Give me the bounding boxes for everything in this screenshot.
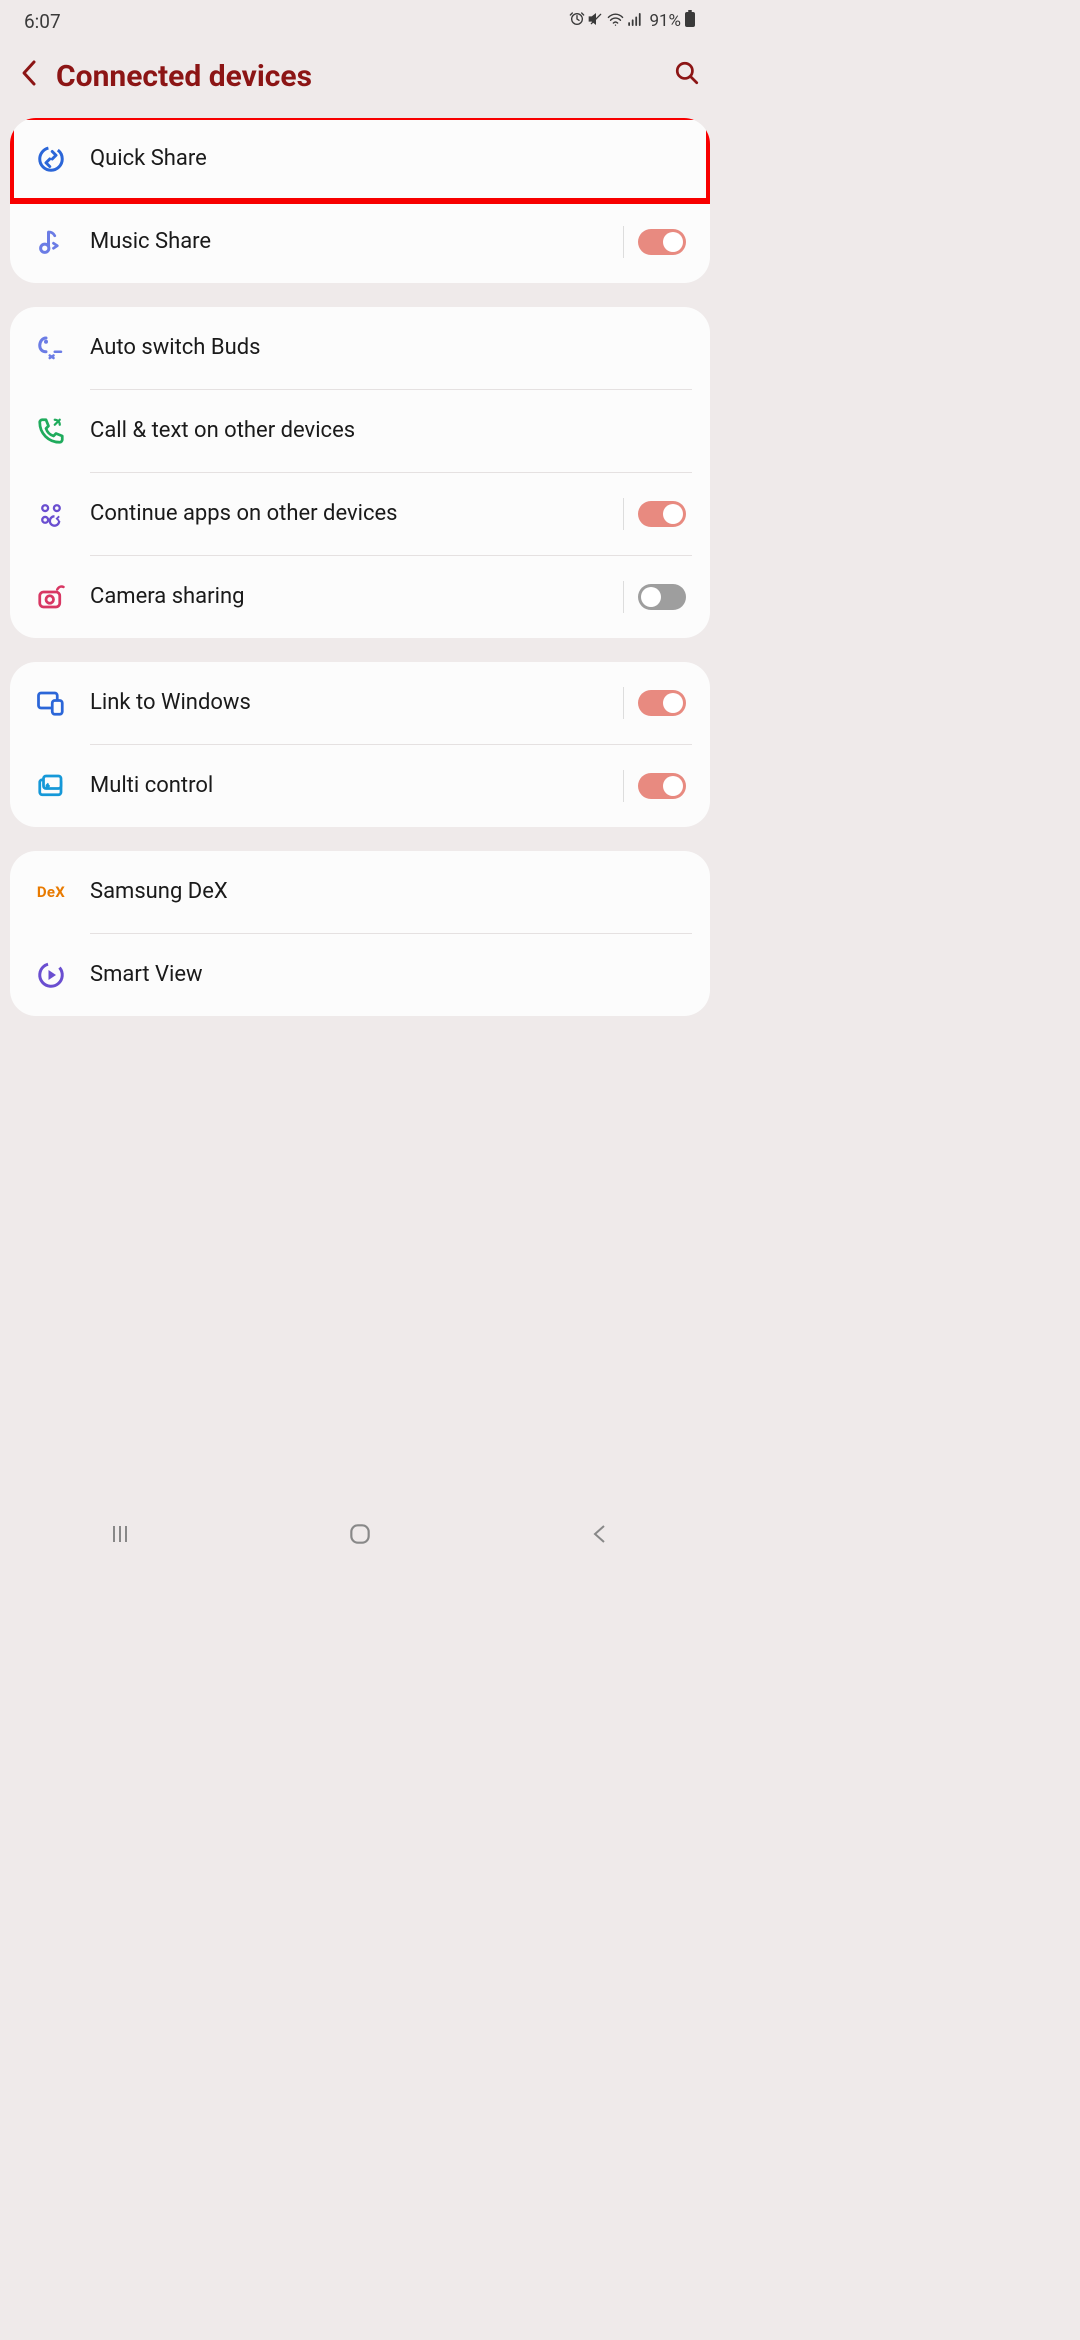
quick-share-icon [34,142,68,176]
settings-group: Auto switch Buds Call & text on other de… [10,307,710,638]
item-quick-share[interactable]: Quick Share [10,118,710,200]
battery-icon [684,10,696,32]
status-icons: 91% [569,10,696,32]
item-label: Quick Share [90,145,686,174]
alarm-icon [569,11,585,31]
wifi-icon [607,11,624,32]
item-call-text[interactable]: Call & text on other devices [10,390,710,472]
navigation-bar [0,1512,720,1560]
continue-apps-toggle[interactable] [638,501,686,527]
search-button[interactable] [674,60,700,93]
status-time: 6:07 [24,10,61,33]
apps-icon [34,497,68,531]
item-label: Link to Windows [90,689,623,718]
item-label: Call & text on other devices [90,417,686,446]
camera-icon [34,580,68,614]
windows-icon [34,686,68,720]
home-button[interactable] [347,1521,373,1551]
item-label: Camera sharing [90,583,623,612]
camera-sharing-toggle[interactable] [638,584,686,610]
link-windows-toggle[interactable] [638,690,686,716]
settings-group: Quick Share Music Share [10,118,710,283]
item-multi-control[interactable]: Multi control [10,745,710,827]
item-samsung-dex[interactable]: DeX Samsung DeX [10,851,710,933]
item-camera-sharing[interactable]: Camera sharing [10,556,710,638]
multi-control-icon [34,769,68,803]
page-title: Connected devices [56,59,658,94]
item-label: Auto switch Buds [90,334,686,363]
item-label: Smart View [90,961,686,990]
back-button[interactable] [20,58,40,94]
item-label: Multi control [90,772,623,801]
music-share-icon [34,225,68,259]
item-music-share[interactable]: Music Share [10,201,710,283]
toggle-divider [623,498,624,530]
status-bar: 6:07 91% [0,0,720,38]
recents-button[interactable] [108,1522,132,1550]
mute-icon [588,11,604,31]
toggle-divider [623,226,624,258]
settings-group: DeX Samsung DeX Smart View [10,851,710,1016]
buds-icon [34,331,68,365]
dex-icon: DeX [34,875,68,909]
music-share-toggle[interactable] [638,229,686,255]
settings-group: Link to Windows Multi control [10,662,710,827]
back-nav-button[interactable] [588,1522,612,1550]
item-continue-apps[interactable]: Continue apps on other devices [10,473,710,555]
item-label: Music Share [90,228,623,257]
toggle-divider [623,581,624,613]
smart-view-icon [34,958,68,992]
header: Connected devices [0,38,720,118]
item-label: Continue apps on other devices [90,500,623,529]
item-auto-switch-buds[interactable]: Auto switch Buds [10,307,710,389]
item-link-windows[interactable]: Link to Windows [10,662,710,744]
battery-percent: 91% [649,11,681,31]
item-label: Samsung DeX [90,878,686,907]
signal-icon [627,11,644,32]
toggle-divider [623,770,624,802]
phone-icon [34,414,68,448]
multi-control-toggle[interactable] [638,773,686,799]
toggle-divider [623,687,624,719]
item-smart-view[interactable]: Smart View [10,934,710,1016]
